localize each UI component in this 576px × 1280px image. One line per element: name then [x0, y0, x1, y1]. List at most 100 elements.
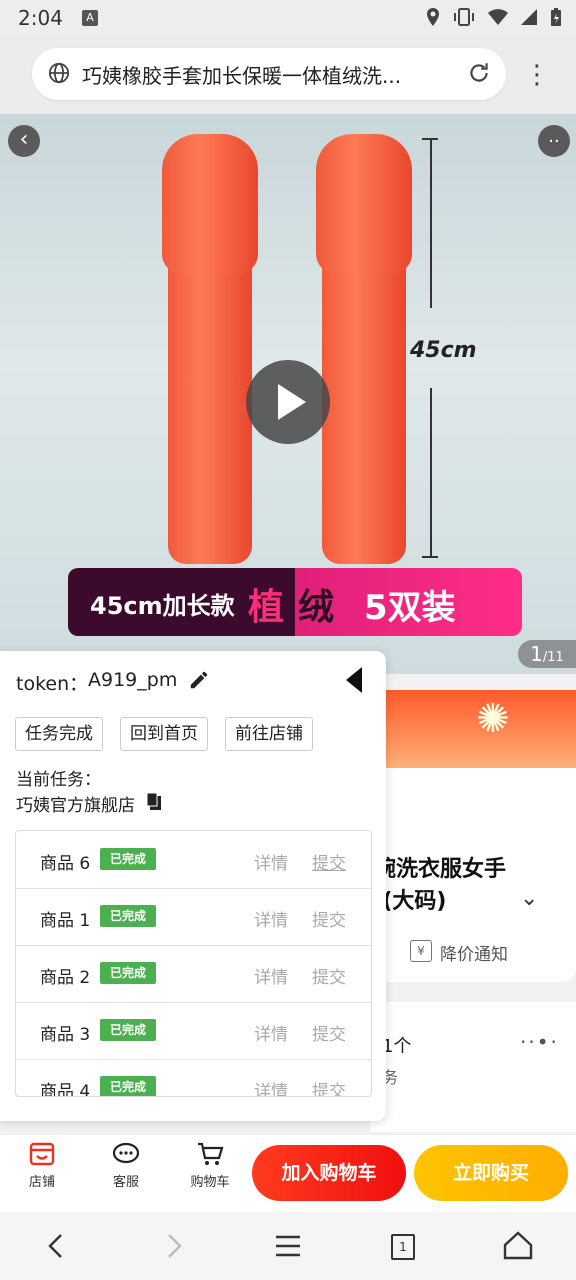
address-bar[interactable]: 巧姨橡胶手套加长保暖一体植绒洗... — [32, 48, 506, 100]
browser-nav-bar: 1 — [0, 1212, 576, 1280]
item-name: 商品 2 — [40, 968, 91, 988]
banner-text-plush-2: 绒 — [298, 587, 335, 628]
submit-link[interactable]: 提交 — [312, 963, 346, 988]
item-name: 商品 3 — [40, 1025, 91, 1045]
vibrate-icon — [453, 8, 474, 26]
measure-tick — [422, 556, 438, 558]
measure-label: 45cm — [410, 338, 477, 363]
submit-link[interactable]: 提交 — [312, 1020, 346, 1045]
detail-link[interactable]: 详情 — [254, 849, 288, 874]
banner-text-pack: 5双装 — [364, 588, 456, 628]
price-tag-icon: ¥ — [410, 940, 432, 962]
chevron-down-icon[interactable]: ⌄ — [520, 886, 538, 911]
token-value: A919_pm — [88, 669, 178, 691]
task-panel: token： A919_pm 任务完成 回到首页 前往店铺 当前任务： 巧姨官方… — [0, 651, 386, 1121]
home-icon[interactable] — [500, 1228, 536, 1264]
firework-icon: ✺ — [476, 696, 510, 742]
more-vert-icon[interactable]: ⋮ — [524, 60, 550, 90]
cart-button[interactable]: 购物车 — [180, 1141, 240, 1190]
go-store-button[interactable]: 前往店铺 — [225, 717, 313, 751]
measure-line — [430, 388, 432, 558]
glove-right-fingers — [316, 134, 412, 274]
forward-icon[interactable] — [156, 1228, 192, 1264]
product-info-card: 碗洗衣服女手 .(大码) ⌄ ¥ 降价通知 — [370, 768, 576, 982]
status-bar: 2:04 A — [0, 0, 576, 36]
menu-icon[interactable] — [270, 1228, 306, 1264]
service-card[interactable]: 1个 务 ··•· — [370, 1002, 576, 1132]
store-button[interactable]: 店铺 — [12, 1141, 72, 1190]
back-home-button[interactable]: 回到首页 — [120, 717, 208, 751]
image-counter-total: /11 — [542, 650, 564, 665]
list-item: 商品 3 已完成 详情 提交 — [16, 1002, 371, 1060]
detail-link[interactable]: 详情 — [254, 1020, 288, 1045]
tabs-count: 1 — [399, 1240, 407, 1254]
list-item: 商品 4 已完成 详情 提交 — [16, 1059, 371, 1097]
product-name[interactable]: 碗洗衣服女手 .(大码) — [374, 854, 544, 918]
detail-link[interactable]: 详情 — [254, 1077, 288, 1096]
measure-tick — [422, 138, 438, 140]
back-arrow-icon[interactable]: ‹ — [8, 125, 40, 157]
back-icon[interactable] — [38, 1228, 74, 1264]
product-task-list: 商品 6 已完成 详情 提交 商品 1 已完成 详情 提交 商品 2 已完成 详… — [15, 830, 372, 1097]
add-to-cart-button[interactable]: 加入购物车 — [252, 1145, 406, 1201]
price-notify-button[interactable]: 降价通知 — [440, 940, 508, 965]
detail-link[interactable]: 详情 — [254, 963, 288, 988]
play-video-button[interactable] — [246, 360, 330, 444]
reload-icon[interactable] — [466, 60, 492, 86]
image-counter-current: 1 — [530, 642, 543, 666]
status-icons — [425, 6, 562, 27]
current-task-label: 当前任务： — [16, 770, 101, 790]
wifi-icon — [487, 9, 508, 25]
play-icon — [278, 384, 306, 420]
list-item: 商品 6 已完成 详情 提交 — [16, 831, 371, 889]
location-icon — [427, 8, 440, 26]
detail-link[interactable]: 详情 — [254, 906, 288, 931]
customer-service-button[interactable]: 客服 — [96, 1141, 156, 1190]
measure-line — [430, 138, 432, 308]
status-time: 2:04 — [18, 6, 63, 30]
service-line-1: 1个 — [382, 1036, 412, 1057]
globe-icon — [48, 62, 70, 84]
status-badge: 已完成 — [100, 1076, 156, 1096]
service-label: 客服 — [112, 1175, 139, 1190]
tabs-button[interactable]: 1 — [384, 1228, 420, 1264]
banner-text-length: 45cm加长款 — [90, 592, 235, 620]
status-badge: 已完成 — [100, 1019, 156, 1041]
glove-left-fingers — [162, 134, 258, 274]
edit-icon[interactable] — [188, 669, 210, 691]
promo-strip: ✺ — [384, 690, 576, 768]
more-dots-icon[interactable]: ··•· — [520, 1030, 559, 1054]
list-item: 商品 1 已完成 详情 提交 — [16, 888, 371, 946]
item-name: 商品 6 — [40, 854, 91, 874]
list-item: 商品 2 已完成 详情 提交 — [16, 945, 371, 1003]
product-name-line1: 碗洗衣服女手 — [374, 857, 507, 882]
promo-banner: 45cm加长款 植 绒 5双装 — [68, 568, 522, 636]
store-label: 店铺 — [28, 1175, 55, 1190]
token-label: token： — [16, 673, 89, 695]
more-horiz-icon[interactable]: ·· — [538, 125, 570, 157]
current-store-name: 巧姨官方旗舰店 — [16, 796, 135, 816]
cart-label: 购物车 — [190, 1175, 230, 1190]
image-counter: 1/11 — [518, 640, 576, 668]
battery-icon — [551, 8, 561, 26]
banner-text-plush-1: 植 — [248, 587, 285, 628]
submit-link[interactable]: 提交 — [312, 849, 346, 874]
task-complete-button[interactable]: 任务完成 — [15, 717, 103, 751]
submit-link[interactable]: 提交 — [312, 1077, 346, 1096]
status-badge: 已完成 — [100, 905, 156, 927]
copy-icon[interactable] — [146, 793, 162, 811]
item-name: 商品 4 — [40, 1082, 91, 1097]
product-action-bar: 店铺 客服 购物车 加入购物车 立即购买 — [0, 1134, 576, 1213]
page-title[interactable]: 巧姨橡胶手套加长保暖一体植绒洗... — [82, 60, 452, 89]
item-name: 商品 1 — [40, 911, 91, 931]
collapse-panel-icon[interactable] — [346, 667, 362, 693]
buy-now-button[interactable]: 立即购买 — [414, 1145, 568, 1201]
store-icon — [29, 1142, 55, 1166]
browser-toolbar: 巧姨橡胶手套加长保暖一体植绒洗... ⋮ — [0, 36, 576, 114]
cart-icon — [198, 1142, 224, 1165]
chat-icon — [112, 1142, 140, 1164]
tabs-icon: 1 — [391, 1234, 415, 1260]
submit-link[interactable]: 提交 — [312, 906, 346, 931]
accessibility-icon: A — [82, 10, 98, 26]
status-badge: 已完成 — [100, 848, 156, 870]
